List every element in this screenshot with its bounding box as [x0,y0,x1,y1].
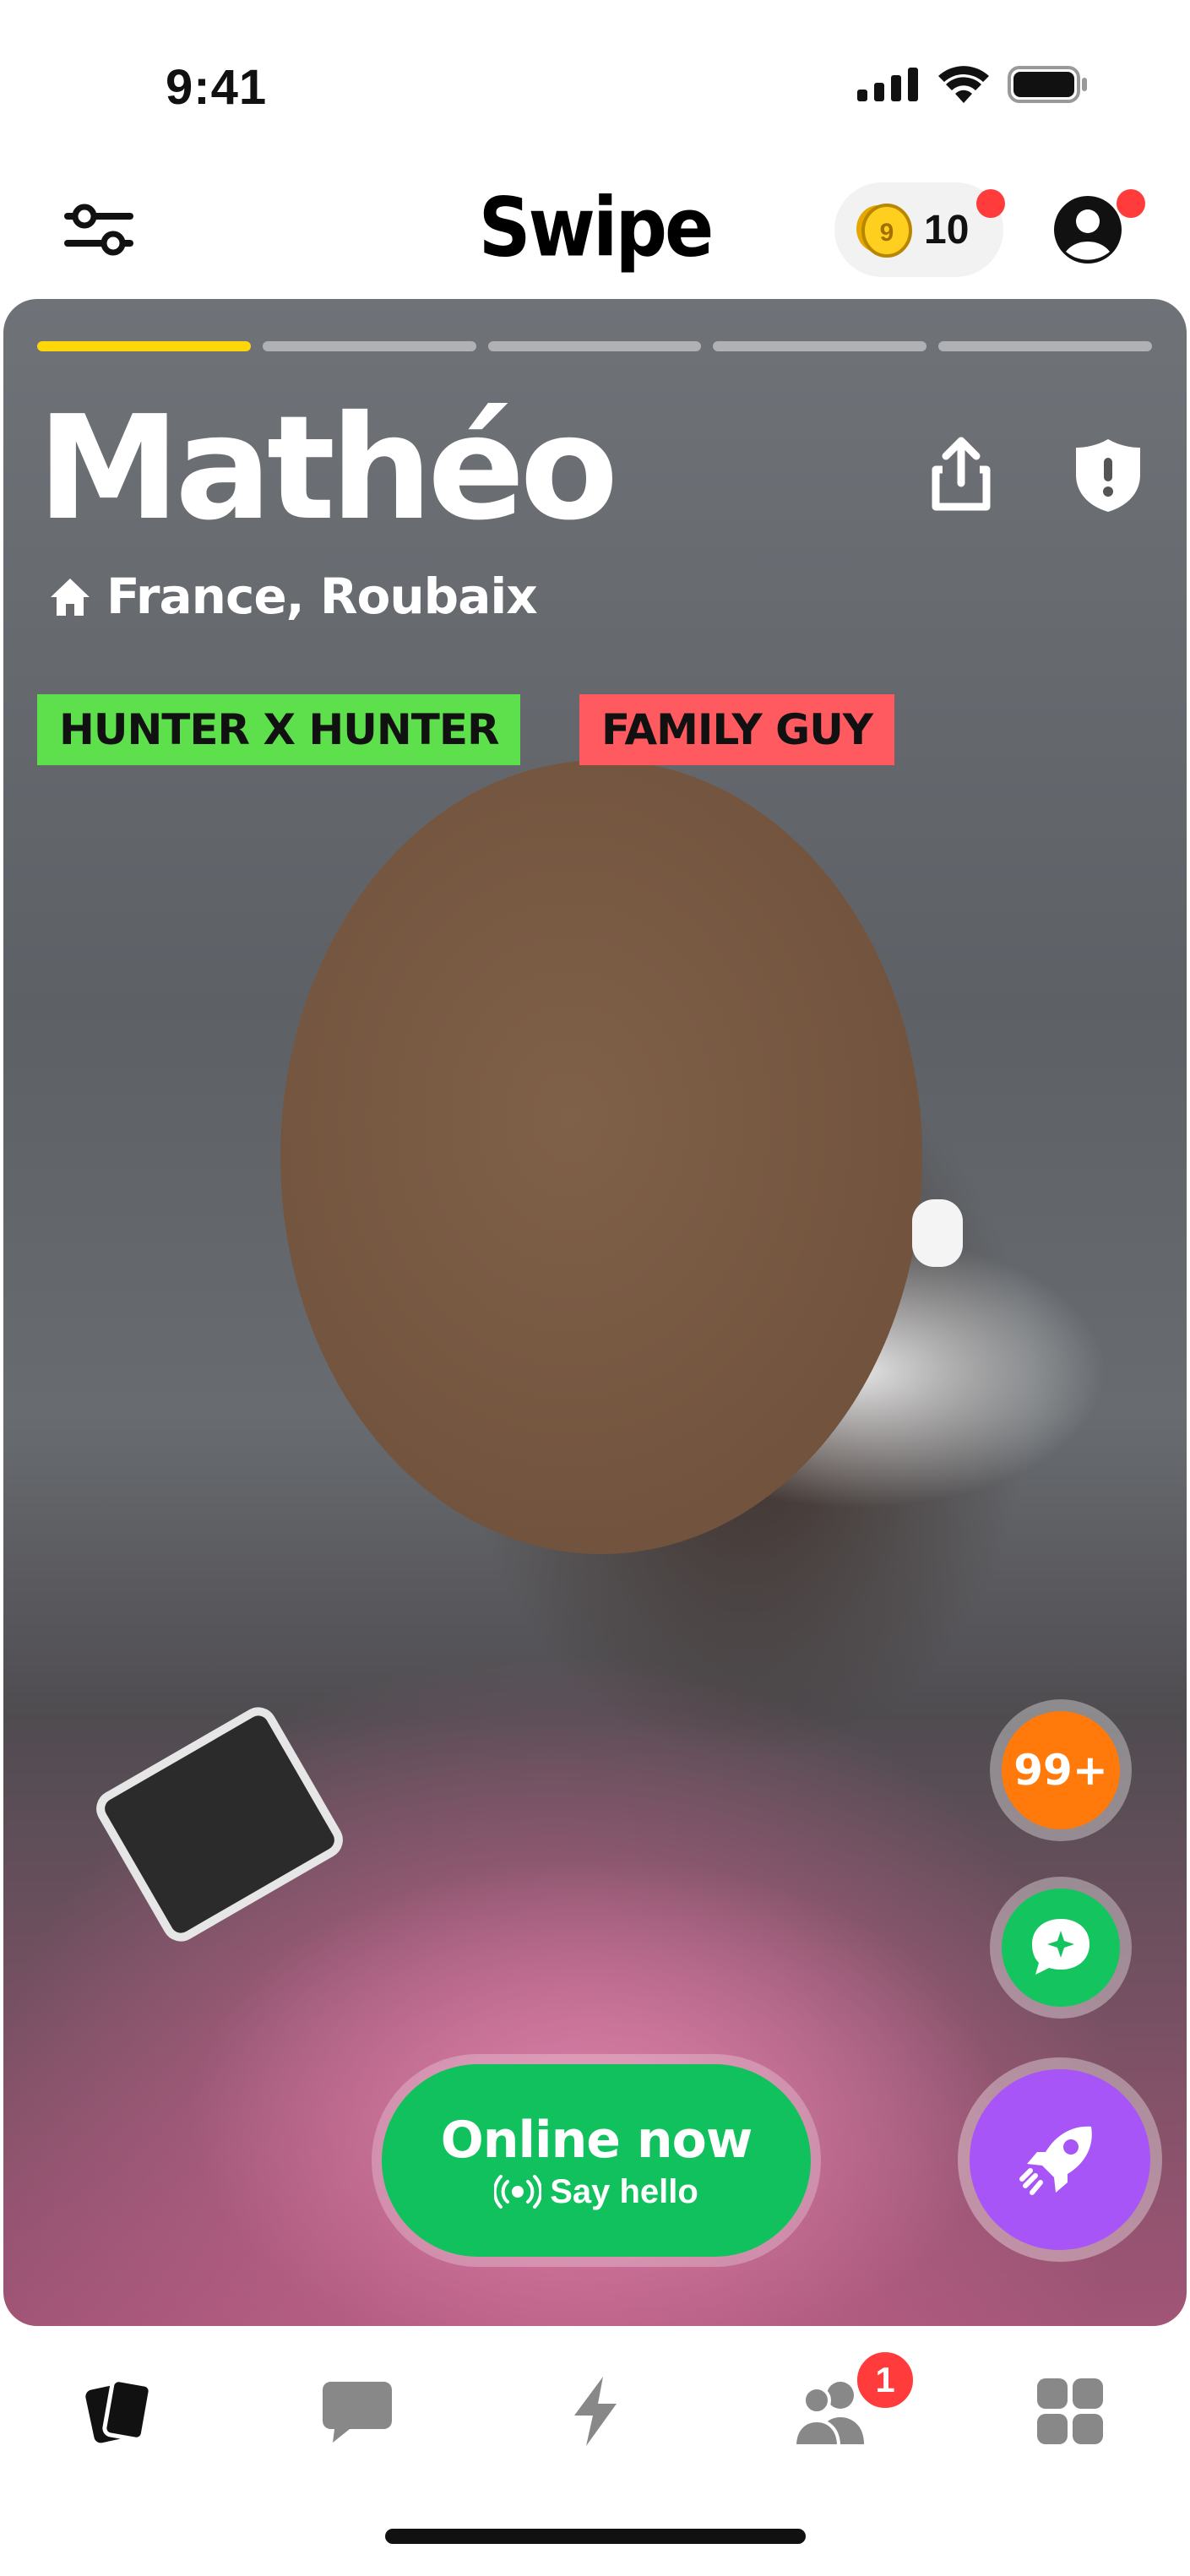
coin-icon: 9 [856,204,912,258]
status-icons [857,66,1089,103]
say-hello-label: Say hello [550,2172,698,2210]
progress-segment [262,341,476,351]
profile-location: France, Roubaix [47,568,538,625]
report-button[interactable] [1073,436,1144,518]
shield-alert-icon [1076,439,1140,512]
progress-segment [938,341,1152,351]
grid-icon [1037,2378,1103,2444]
counter-button[interactable]: 99+ [1002,1711,1120,1829]
share-icon [932,437,991,511]
friends-badge: 1 [853,2348,917,2412]
chat-sparkle-icon [1032,1919,1089,1975]
boost-button[interactable] [970,2069,1150,2250]
interest-tag: FAMILY GUY [579,694,895,765]
progress-segment [713,341,927,351]
backpack-buckle [90,1700,350,1948]
status-time: 9:41 [166,60,268,115]
tab-cards[interactable] [74,2365,167,2458]
lightning-icon [574,2377,617,2446]
profile-name: Mathéo [37,385,618,552]
home-indicator [385,2529,806,2544]
messages-icon [323,2382,392,2443]
progress-segment [487,341,702,351]
face-blur [280,760,922,1554]
photo-progress [37,341,1152,351]
share-button[interactable] [927,436,995,516]
profile-button[interactable] [1051,193,1125,271]
interest-tag: HUNTER X HUNTER [37,694,521,765]
coins-count: 10 [924,207,970,253]
home-icon [51,579,90,616]
earbud [912,1199,963,1267]
tab-activity[interactable] [549,2365,642,2458]
location-text: France, Roubaix [106,568,538,625]
coins-notification-dot [976,189,1005,218]
rocket-icon [1019,2126,1092,2195]
say-hello-row: Say hello [494,2173,698,2211]
tab-more[interactable] [1024,2365,1117,2458]
wifi-icon [938,66,989,103]
online-now-label: Online now [440,2110,753,2170]
progress-segment-active [37,341,251,351]
tab-messages[interactable] [311,2365,404,2458]
broadcast-icon [494,2175,542,2209]
svg-text:9: 9 [880,219,894,247]
battery-icon [1008,66,1087,103]
cards-icon [85,2378,153,2443]
profile-notification-dot [1117,189,1145,218]
profile-icon [1054,196,1122,264]
signal-icon [857,68,918,101]
page-title: Swipe [478,181,715,275]
say-hello-button[interactable]: Online now Say hello [382,2064,811,2257]
message-button[interactable] [1002,1889,1120,2007]
